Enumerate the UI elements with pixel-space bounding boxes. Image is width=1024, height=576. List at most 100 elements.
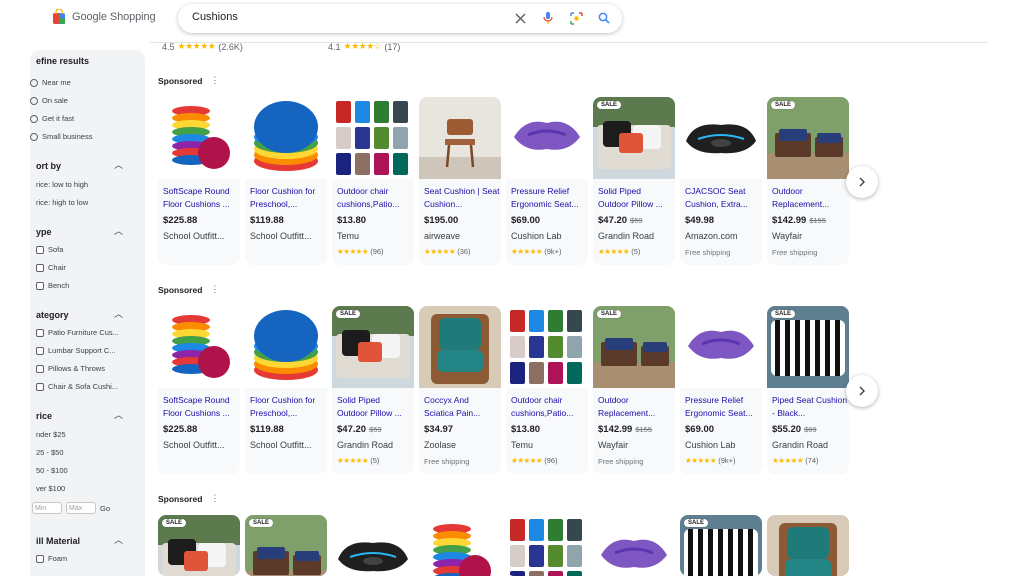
price-max-input[interactable]: Max xyxy=(66,502,96,514)
price-go-button[interactable]: Go xyxy=(100,504,110,513)
product-card[interactable]: SoftScape Round Floor Cushions ... $225.8… xyxy=(158,97,240,265)
product-image[interactable] xyxy=(158,306,240,388)
type-bench[interactable]: Bench xyxy=(36,281,69,290)
product-card[interactable]: SALE Solid Piped Outdoor Pillow ... $47.20… xyxy=(593,97,675,265)
price-min-input[interactable]: Min xyxy=(32,502,62,514)
product-image[interactable] xyxy=(506,306,588,388)
material-option[interactable]: Foam xyxy=(36,554,67,563)
product-card[interactable]: CJACSOC Seat Cushion, Extra... $49.98 Amaz… xyxy=(680,97,762,265)
product-image[interactable] xyxy=(767,97,849,179)
product-title[interactable]: Outdoor Replacement... xyxy=(598,394,674,421)
carousel-next-button[interactable] xyxy=(846,375,878,407)
product-card[interactable] xyxy=(767,515,849,576)
product-image[interactable] xyxy=(767,306,849,388)
filter-small-business[interactable]: Small business xyxy=(30,132,92,141)
category-option[interactable]: Patio Furniture Cus... xyxy=(36,328,119,337)
product-card[interactable]: SoftScape Round Floor Cushions ... $225.8… xyxy=(158,306,240,474)
more-vert-icon[interactable]: ⋮ xyxy=(210,493,219,504)
type-chair[interactable]: Chair xyxy=(36,263,66,272)
sort-low-high[interactable]: rice: low to high xyxy=(36,180,88,189)
product-title[interactable]: Pressure Relief Ergonomic Seat... xyxy=(511,185,587,212)
product-card[interactable]: Coccyx And Sciatica Pain... $34.97 Zoolase… xyxy=(419,306,501,474)
product-title[interactable]: SoftScape Round Floor Cushions ... xyxy=(163,394,239,421)
product-card[interactable]: SALE Piped Seat Cushion - Black... $55.20 $… xyxy=(767,306,849,474)
product-title[interactable]: Outdoor chair cushions,Patio... xyxy=(337,185,413,212)
product-card[interactable]: Pressure Relief Ergonomic Seat... $69.00 C… xyxy=(506,97,588,265)
product-card[interactable]: SALE xyxy=(158,515,240,576)
filter-get-it-fast[interactable]: Get it fast xyxy=(30,114,74,123)
product-image[interactable] xyxy=(506,515,588,576)
product-image[interactable] xyxy=(419,515,501,576)
checkbox[interactable] xyxy=(36,281,44,290)
product-image[interactable] xyxy=(419,97,501,179)
product-card[interactable]: SALE Outdoor Replacement... $142.99 $155 Way… xyxy=(593,306,675,474)
category-option[interactable]: Chair & Sofa Cushi... xyxy=(36,382,118,391)
product-card[interactable]: Floor Cushion for Preschool,... $119.88 Sc… xyxy=(245,97,327,265)
product-image[interactable] xyxy=(332,97,414,179)
product-card[interactable]: SALE xyxy=(245,515,327,576)
product-card[interactable]: SALE Solid Piped Outdoor Pillow ... $47.20… xyxy=(332,306,414,474)
chevron-up-icon[interactable]: ︿ xyxy=(114,533,123,546)
product-card[interactable]: Seat Cushion | Seat Cushion... $195.00 air… xyxy=(419,97,501,265)
checkbox[interactable] xyxy=(36,346,44,355)
product-title[interactable]: SoftScape Round Floor Cushions ... xyxy=(163,185,239,212)
product-title[interactable]: CJACSOC Seat Cushion, Extra... xyxy=(685,185,761,212)
product-image[interactable] xyxy=(506,97,588,179)
product-image[interactable] xyxy=(767,515,849,576)
checkbox[interactable] xyxy=(36,554,44,563)
type-sofa[interactable]: Sofa xyxy=(36,245,63,254)
checkbox[interactable] xyxy=(36,328,44,337)
product-image[interactable] xyxy=(245,97,327,179)
checkbox[interactable] xyxy=(36,382,44,391)
product-title[interactable]: Solid Piped Outdoor Pillow ... xyxy=(337,394,413,421)
close-icon[interactable] xyxy=(512,10,528,26)
checkbox[interactable] xyxy=(36,245,44,254)
product-title[interactable]: Outdoor Replacement... xyxy=(772,185,848,212)
product-title[interactable]: Piped Seat Cushion - Black... xyxy=(772,394,848,421)
product-title[interactable]: Coccyx And Sciatica Pain... xyxy=(424,394,500,421)
product-card[interactable] xyxy=(332,515,414,576)
product-title[interactable]: Floor Cushion for Preschool,... xyxy=(250,394,326,421)
product-image[interactable] xyxy=(419,306,501,388)
search-icon[interactable] xyxy=(596,10,612,26)
product-title[interactable]: Pressure Relief Ergonomic Seat... xyxy=(685,394,761,421)
price-option[interactable]: nder $25 xyxy=(36,430,66,439)
product-image[interactable] xyxy=(593,97,675,179)
product-title[interactable]: Seat Cushion | Seat Cushion... xyxy=(424,185,500,212)
product-card[interactable] xyxy=(506,515,588,576)
product-card[interactable] xyxy=(593,515,675,576)
product-card[interactable]: Outdoor chair cushions,Patio... $13.80 Tem… xyxy=(332,97,414,265)
category-option[interactable]: Lumbar Support C... xyxy=(36,346,116,355)
filter-near-me[interactable]: Near me xyxy=(30,78,71,87)
product-card[interactable]: SALE Outdoor Replacement... $142.99 $155 Way… xyxy=(767,97,849,265)
product-image[interactable] xyxy=(593,515,675,576)
chevron-up-icon[interactable]: ︿ xyxy=(114,158,123,171)
sort-high-low[interactable]: rice: high to low xyxy=(36,198,88,207)
chevron-up-icon[interactable]: ︿ xyxy=(114,224,123,237)
product-card[interactable]: Pressure Relief Ergonomic Seat... $69.00 C… xyxy=(680,306,762,474)
category-option[interactable]: Pillows & Throws xyxy=(36,364,105,373)
product-image[interactable] xyxy=(332,515,414,576)
chevron-up-icon[interactable]: ︿ xyxy=(114,307,123,320)
product-title[interactable]: Outdoor chair cushions,Patio... xyxy=(511,394,587,421)
carousel-next-button[interactable] xyxy=(846,166,878,198)
filter-on-sale[interactable]: On sale xyxy=(30,96,68,105)
more-vert-icon[interactable]: ⋮ xyxy=(210,75,219,86)
product-image[interactable] xyxy=(593,306,675,388)
product-image[interactable] xyxy=(158,97,240,179)
mic-icon[interactable] xyxy=(540,10,556,26)
chevron-up-icon[interactable]: ︿ xyxy=(114,408,123,421)
product-card[interactable]: SALE xyxy=(680,515,762,576)
checkbox[interactable] xyxy=(36,364,44,373)
price-option[interactable]: 50 - $100 xyxy=(36,466,68,475)
product-image[interactable] xyxy=(245,306,327,388)
product-card[interactable] xyxy=(419,515,501,576)
price-option[interactable]: ver $100 xyxy=(36,484,65,493)
more-vert-icon[interactable]: ⋮ xyxy=(210,284,219,295)
checkbox[interactable] xyxy=(36,263,44,272)
product-image[interactable] xyxy=(680,306,762,388)
product-title[interactable]: Floor Cushion for Preschool,... xyxy=(250,185,326,212)
lens-icon[interactable] xyxy=(568,10,584,26)
google-shopping-logo[interactable]: Google Shopping xyxy=(52,8,156,25)
search-box[interactable] xyxy=(178,4,622,33)
